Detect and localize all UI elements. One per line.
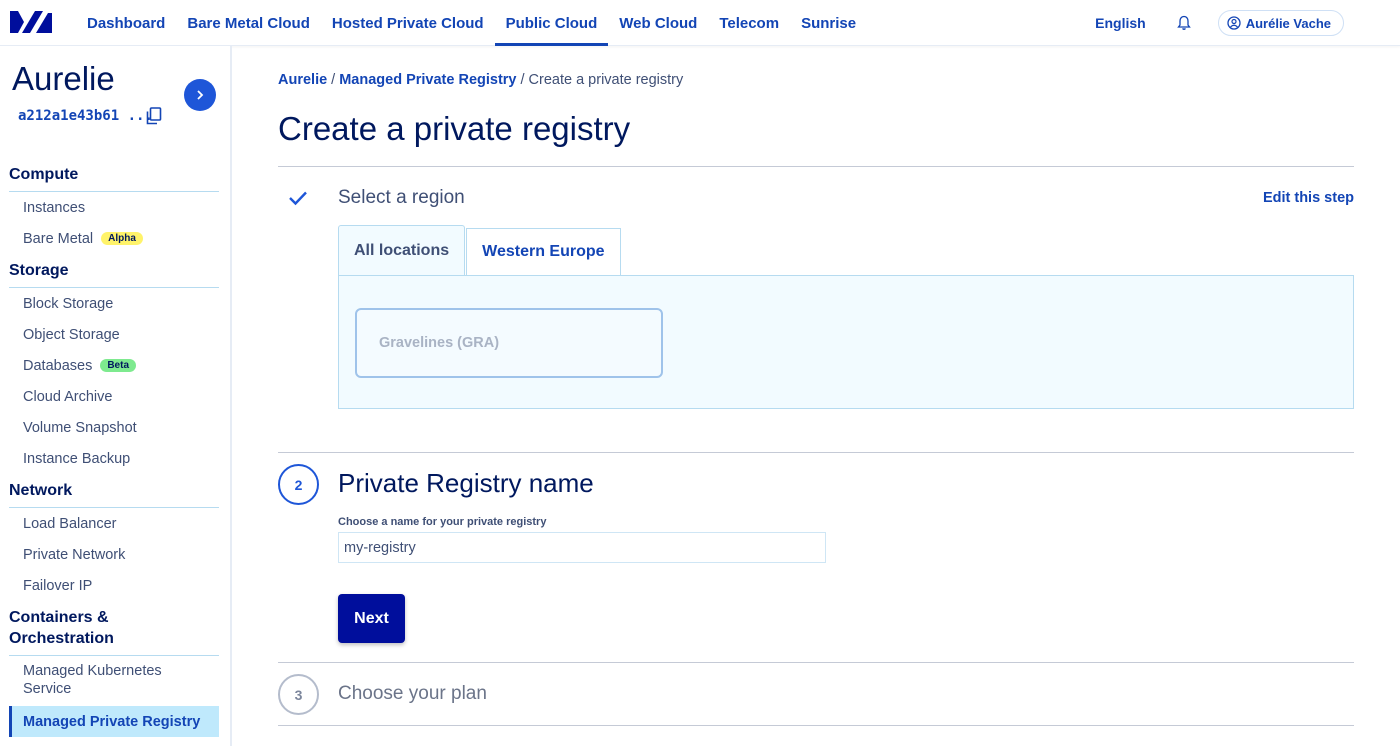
nav-dashboard[interactable]: Dashboard: [76, 0, 176, 46]
sidebar: Aurelie a212a1e43b61 ... Compute Instanc…: [0, 46, 232, 746]
step-2-number: 2: [278, 464, 319, 505]
tab-all-locations[interactable]: All locations: [338, 225, 466, 275]
nav-hosted-private-cloud[interactable]: Hosted Private Cloud: [321, 0, 495, 46]
step-3-number: 3: [278, 674, 319, 715]
nav-telecom[interactable]: Telecom: [708, 0, 790, 46]
sidebar-item-bare-metal[interactable]: Bare Metal Alpha: [9, 223, 219, 254]
breadcrumb-separator: /: [331, 72, 336, 88]
edit-step-link[interactable]: Edit this step: [1263, 190, 1354, 206]
ovh-logo-icon[interactable]: [8, 8, 54, 36]
sidebar-item-label: Block Storage: [23, 295, 114, 312]
nav-public-cloud[interactable]: Public Cloud: [494, 0, 609, 46]
page-title: Create a private registry: [278, 110, 631, 147]
copy-icon[interactable]: [146, 107, 162, 125]
nav-bare-metal-cloud[interactable]: Bare Metal Cloud: [176, 0, 321, 46]
user-name: Aurélie Vache: [1245, 15, 1331, 31]
nav-right: English Aurélie Vache: [1095, 0, 1344, 46]
next-button[interactable]: Next: [338, 594, 405, 643]
top-navigation: Dashboard Bare Metal Cloud Hosted Privat…: [0, 0, 1400, 46]
sidebar-item-load-balancer[interactable]: Load Balancer: [9, 508, 219, 539]
sidebar-item-label: Managed Private Registry: [23, 713, 201, 730]
tab-western-europe[interactable]: Western Europe: [466, 228, 621, 275]
main-nav: Dashboard Bare Metal Cloud Hosted Privat…: [76, 0, 867, 46]
divider: [278, 166, 1354, 167]
bell-icon[interactable]: [1176, 15, 1192, 31]
sidebar-item-label: Databases: [23, 357, 93, 374]
nav-web-cloud[interactable]: Web Cloud: [608, 0, 708, 46]
sidebar-item-managed-kubernetes[interactable]: Managed Kubernetes Service: [9, 656, 179, 704]
step-1-title: Select a region: [338, 187, 465, 208]
nav-sunrise[interactable]: Sunrise: [790, 0, 867, 46]
breadcrumb-link-project[interactable]: Aurelie: [278, 72, 327, 88]
breadcrumb: Aurelie / Managed Private Registry / Create …: [278, 72, 683, 88]
section-title-storage: Storage: [9, 260, 219, 288]
sidebar-item-private-network[interactable]: Private Network: [9, 539, 219, 570]
region-panel: Gravelines (GRA): [338, 275, 1354, 409]
alpha-badge: Alpha: [101, 232, 143, 245]
breadcrumb-current: Create a private registry: [528, 72, 684, 88]
sidebar-item-label: Managed Kubernetes Service: [23, 663, 162, 697]
sidebar-item-object-storage[interactable]: Object Storage: [9, 319, 219, 350]
breadcrumb-link-registry[interactable]: Managed Private Registry: [339, 72, 516, 88]
sidebar-item-label: Bare Metal: [23, 230, 94, 247]
sidebar-item-label: Cloud Archive: [23, 388, 113, 405]
user-menu[interactable]: Aurélie Vache: [1217, 10, 1344, 36]
sidebar-item-label: Volume Snapshot: [23, 419, 137, 436]
registry-name-input[interactable]: [338, 532, 826, 563]
registry-name-label: Choose a name for your private registry: [338, 516, 547, 528]
divider: [278, 662, 1354, 663]
step-3-title: Choose your plan: [338, 683, 487, 704]
step-2-title: Private Registry name: [338, 468, 594, 498]
project-id: a212a1e43b61 ...: [18, 108, 153, 124]
sidebar-item-label: Instances: [23, 199, 86, 216]
section-title-compute: Compute: [9, 164, 219, 192]
region-tabs: All locations Western Europe: [338, 225, 621, 275]
user-icon: [1227, 16, 1241, 30]
sidebar-item-instances[interactable]: Instances: [9, 192, 219, 223]
sidebar-item-failover-ip[interactable]: Failover IP: [9, 570, 219, 601]
sidebar-item-label: Load Balancer: [23, 515, 117, 532]
sidebar-item-label: Object Storage: [23, 326, 120, 343]
project-name: Aurelie: [12, 60, 115, 97]
sidebar-item-label: Failover IP: [23, 577, 93, 594]
sidebar-item-label: Instance Backup: [23, 450, 131, 467]
sidebar-menu: Compute Instances Bare Metal Alpha Stora…: [9, 164, 219, 737]
check-icon: [289, 191, 307, 206]
beta-badge: Beta: [100, 359, 137, 372]
sidebar-item-instance-backup[interactable]: Instance Backup: [9, 443, 219, 474]
section-title-network: Network: [9, 480, 219, 508]
sidebar-item-cloud-archive[interactable]: Cloud Archive: [9, 381, 219, 412]
divider: [278, 725, 1354, 726]
expand-sidebar-button[interactable]: [184, 79, 216, 111]
sidebar-item-block-storage[interactable]: Block Storage: [9, 288, 219, 319]
sidebar-item-databases[interactable]: Databases Beta: [9, 350, 219, 381]
breadcrumb-separator: /: [520, 72, 525, 88]
sidebar-item-label: Private Network: [23, 546, 126, 563]
divider: [278, 452, 1354, 453]
sidebar-item-volume-snapshot[interactable]: Volume Snapshot: [9, 412, 219, 443]
section-title-containers: Containers & Orchestration: [9, 609, 114, 647]
chevron-right-icon: [197, 90, 204, 100]
region-card-gravelines[interactable]: Gravelines (GRA): [355, 308, 663, 378]
sidebar-item-managed-private-registry[interactable]: Managed Private Registry: [9, 706, 219, 737]
language-selector[interactable]: English: [1095, 15, 1146, 31]
